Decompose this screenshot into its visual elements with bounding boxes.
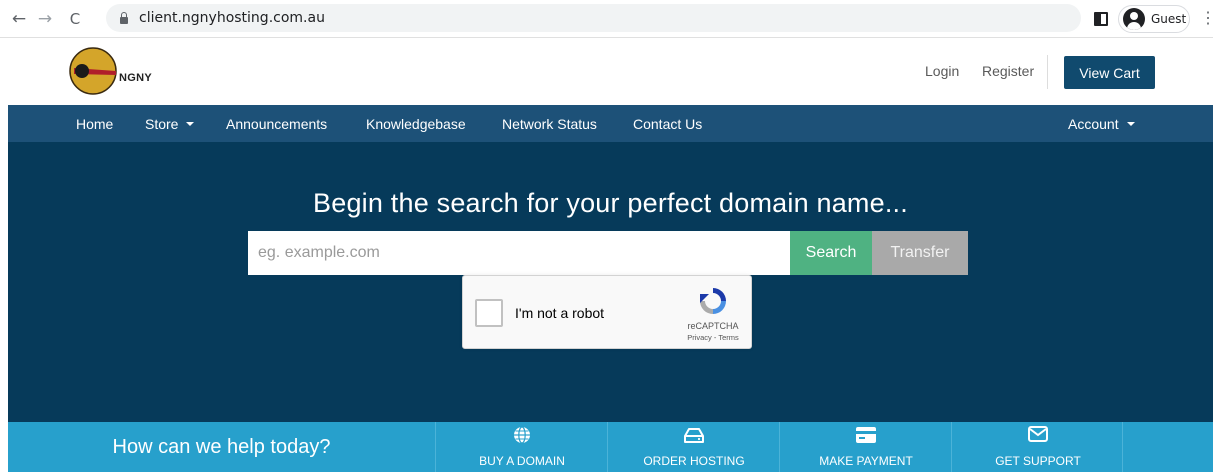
login-link[interactable]: Login: [925, 63, 959, 79]
recaptcha-widget: I'm not a robot reCAPTCHA Privacy - Term…: [462, 275, 752, 349]
nav-item-home[interactable]: Home: [76, 105, 113, 142]
recaptcha-brand: reCAPTCHA: [687, 321, 739, 331]
recaptcha-terms-link[interactable]: Privacy - Terms: [673, 333, 753, 342]
envelope-icon: [1028, 426, 1048, 442]
domain-search-hero: Begin the search for your perfect domain…: [8, 142, 1213, 422]
nav-item-label: Contact Us: [633, 115, 703, 132]
buy-domain-link[interactable]: BUY A DOMAIN: [435, 422, 607, 472]
profile-name: Guest: [1151, 12, 1187, 26]
avatar-icon: [1123, 8, 1145, 30]
nav-item-label: Home: [76, 115, 114, 132]
globe-icon: [514, 426, 530, 444]
nav-item-label: Store: [145, 115, 179, 132]
nav-item-label: Announcements: [226, 115, 328, 132]
caret-down-icon: [186, 121, 195, 126]
profile-button[interactable]: Guest: [1118, 5, 1190, 33]
nav-item-label: Network Status: [502, 115, 597, 132]
help-title: How can we help today?: [112, 435, 331, 458]
ngny-logo[interactable]: [68, 46, 118, 96]
transfer-button[interactable]: Transfer: [872, 231, 968, 275]
hard-drive-icon: [684, 428, 704, 443]
back-arrow-icon[interactable]: ←: [8, 8, 30, 30]
help-item-label: MAKE PAYMENT: [819, 454, 913, 468]
reload-icon[interactable]: C: [64, 8, 86, 30]
search-button[interactable]: Search: [790, 231, 872, 275]
logo-text: NGNY: [119, 72, 152, 84]
register-link[interactable]: Register: [982, 63, 1034, 79]
help-item-label: ORDER HOSTING: [643, 454, 745, 468]
nav-item-network-status[interactable]: Network Status: [502, 105, 597, 142]
browser-toolbar: ← → C client.ngnyhosting.com.au Guest ⋮: [0, 0, 1213, 38]
nav-item-account[interactable]: Account: [1068, 105, 1135, 142]
address-bar[interactable]: client.ngnyhosting.com.au: [106, 4, 1081, 32]
nav-item-announcements[interactable]: Announcements: [226, 105, 327, 142]
site-header: NGNY Login Register View Cart: [0, 39, 1213, 105]
help-item-label: BUY A DOMAIN: [479, 454, 565, 468]
view-cart-button[interactable]: View Cart: [1064, 56, 1155, 89]
side-panel-icon[interactable]: [1094, 12, 1108, 26]
nav-item-label: Account: [1068, 115, 1119, 132]
credit-card-icon: [856, 427, 876, 443]
nav-item-store[interactable]: Store: [145, 105, 195, 142]
nav-item-label: Knowledgebase: [366, 115, 466, 132]
caret-down-icon: [1126, 121, 1135, 126]
browser-menu-icon[interactable]: ⋮: [1200, 9, 1213, 29]
domain-search-input[interactable]: [248, 231, 790, 275]
help-item-label: GET SUPPORT: [995, 454, 1081, 468]
recaptcha-label: I'm not a robot: [515, 305, 605, 321]
hero-title: Begin the search for your perfect domain…: [313, 188, 908, 218]
nav-item-knowledgebase[interactable]: Knowledgebase: [366, 105, 466, 142]
nav-item-contact-us[interactable]: Contact Us: [633, 105, 702, 142]
forward-arrow-icon[interactable]: →: [34, 8, 56, 30]
main-nav: Home Store Announcements Knowledgebase N…: [8, 105, 1213, 142]
address-url: client.ngnyhosting.com.au: [139, 10, 325, 26]
lock-icon: [120, 11, 128, 24]
order-hosting-link[interactable]: ORDER HOSTING: [607, 422, 779, 472]
header-divider: [1047, 55, 1048, 89]
help-strip: How can we help today? BUY A DOMAIN ORDE…: [8, 422, 1213, 472]
recaptcha-checkbox[interactable]: [475, 299, 503, 327]
get-support-link[interactable]: GET SUPPORT: [951, 422, 1123, 472]
recaptcha-logo-icon: [700, 288, 726, 314]
make-payment-link[interactable]: MAKE PAYMENT: [779, 422, 951, 472]
